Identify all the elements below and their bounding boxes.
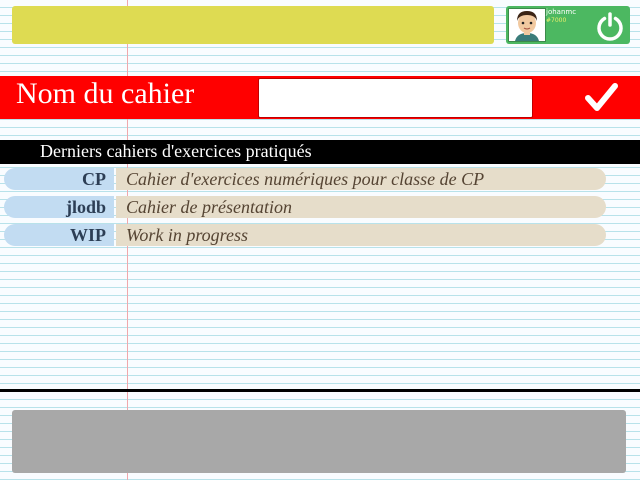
recent-notebooks-header: Derniers cahiers d'exercices pratiqués (0, 140, 640, 164)
boy-avatar-icon (508, 8, 546, 42)
notebook-code: WIP (4, 224, 114, 246)
notebook-code: jlodb (4, 196, 114, 218)
footer-panel (12, 410, 626, 473)
user-name: johanmc (546, 8, 577, 16)
user-subtitle: #7000 (546, 17, 567, 24)
notebook-name-bar: Nom du cahier (0, 76, 640, 119)
recent-notebooks-list: CP Cahier d'exercices numériques pour cl… (4, 168, 606, 252)
notebook-description: Work in progress (116, 224, 606, 246)
recent-notebooks-title: Derniers cahiers d'exercices pratiqués (40, 141, 312, 161)
notebook-name-input[interactable] (258, 78, 533, 118)
list-item[interactable]: jlodb Cahier de présentation (4, 196, 606, 218)
list-item[interactable]: CP Cahier d'exercices numériques pour cl… (4, 168, 606, 190)
divider (0, 389, 640, 392)
user-panel: johanmc #7000 (506, 6, 630, 44)
notebook-code: CP (4, 168, 114, 190)
notebook-description: Cahier de présentation (116, 196, 606, 218)
confirm-button[interactable] (582, 81, 622, 115)
title-field (12, 6, 494, 44)
power-icon (597, 12, 623, 41)
list-item[interactable]: WIP Work in progress (4, 224, 606, 246)
notebook-description: Cahier d'exercices numériques pour class… (116, 168, 606, 190)
power-button[interactable] (594, 10, 626, 42)
notebook-name-label: Nom du cahier (16, 77, 195, 110)
checkmark-icon (585, 83, 618, 111)
